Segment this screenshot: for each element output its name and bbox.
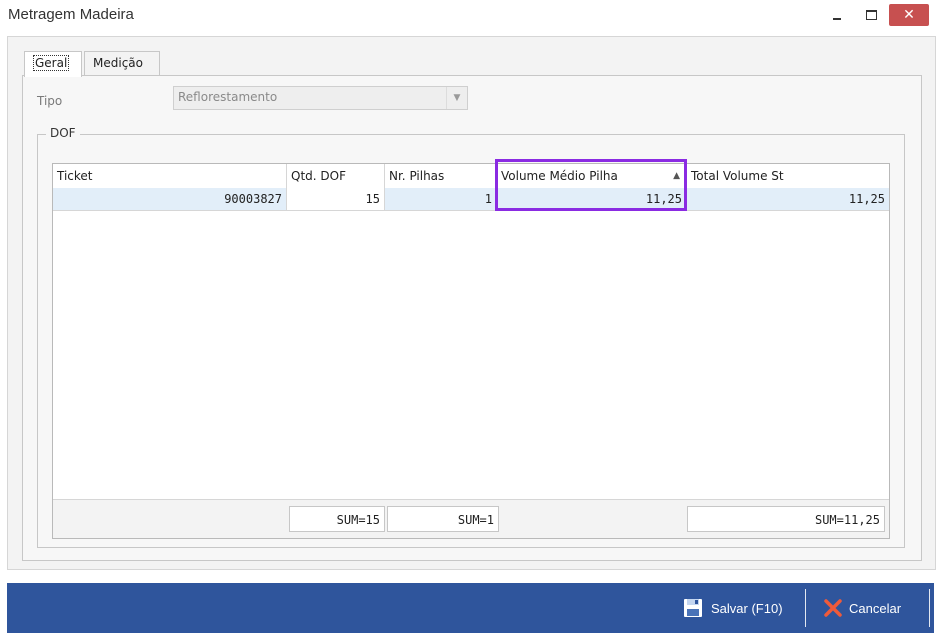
separator bbox=[929, 589, 930, 627]
tab-panel-geral: Tipo Reflorestamento ▼ DOF Ticket Qtd. D… bbox=[22, 75, 922, 561]
column-header-qtd-dof[interactable]: Qtd. DOF bbox=[287, 164, 385, 188]
close-icon: ✕ bbox=[903, 7, 915, 23]
maximize-icon bbox=[865, 10, 877, 20]
cell-volume-medio[interactable]: 11,25 bbox=[497, 188, 687, 210]
table-row[interactable]: 90003827 15 1 11,25 11,25 bbox=[53, 188, 889, 211]
column-header-volume-medio[interactable]: Volume Médio Pilha ▲ bbox=[497, 164, 687, 188]
sum-nr-pilhas: SUM=1 bbox=[387, 506, 499, 532]
tab-geral-label: Geral bbox=[33, 55, 70, 71]
tab-medicao-label: Medição bbox=[93, 56, 143, 70]
grid-footer: SUM=15 SUM=1 SUM=11,25 bbox=[53, 499, 889, 538]
grid-header: Ticket Qtd. DOF Nr. Pilhas Volume Médio … bbox=[53, 164, 889, 189]
dof-grid: Ticket Qtd. DOF Nr. Pilhas Volume Médio … bbox=[52, 163, 890, 539]
cancel-button-label: Cancelar bbox=[849, 600, 902, 616]
close-button[interactable]: ✕ bbox=[889, 4, 929, 26]
title-bar: Metragem Madeira ✕ bbox=[0, 0, 939, 34]
separator bbox=[805, 589, 806, 627]
chevron-down-icon[interactable]: ▼ bbox=[446, 87, 467, 109]
tab-medicao[interactable]: Medição bbox=[84, 51, 160, 76]
save-button[interactable]: Salvar (F10) bbox=[683, 593, 783, 623]
maximize-button[interactable] bbox=[858, 4, 884, 26]
cell-ticket[interactable]: 90003827 bbox=[53, 188, 287, 210]
cell-total-volume[interactable]: 11,25 bbox=[687, 188, 889, 210]
cell-nr-pilhas[interactable]: 1 bbox=[385, 188, 497, 210]
action-bar: Salvar (F10) Cancelar bbox=[7, 583, 934, 633]
window: Metragem Madeira ✕ Geral Medição Tipo Re… bbox=[0, 0, 939, 633]
minimize-button[interactable] bbox=[824, 4, 850, 26]
cancel-button[interactable]: Cancelar bbox=[823, 593, 901, 623]
save-icon bbox=[684, 599, 702, 617]
tab-geral[interactable]: Geral bbox=[24, 51, 82, 77]
main-panel: Geral Medição Tipo Reflorestamento ▼ DOF… bbox=[7, 36, 936, 570]
column-header-ticket[interactable]: Ticket bbox=[53, 164, 287, 188]
column-header-total-volume[interactable]: Total Volume St bbox=[687, 164, 889, 188]
tipo-label: Tipo bbox=[37, 94, 63, 108]
sum-qtd-dof: SUM=15 bbox=[289, 506, 385, 532]
column-header-nr-pilhas[interactable]: Nr. Pilhas bbox=[385, 164, 497, 188]
cancel-icon bbox=[824, 599, 842, 617]
save-button-label: Salvar (F10) bbox=[711, 600, 783, 616]
column-header-volume-medio-label: Volume Médio Pilha bbox=[501, 169, 618, 183]
tipo-select[interactable]: Reflorestamento ▼ bbox=[173, 86, 468, 110]
dof-group: DOF Ticket Qtd. DOF Nr. Pilhas Volume Mé… bbox=[37, 126, 905, 548]
cell-qtd-dof[interactable]: 15 bbox=[287, 188, 385, 210]
tipo-value: Reflorestamento bbox=[178, 90, 278, 104]
minimize-icon bbox=[833, 18, 841, 20]
sort-ascending-icon: ▲ bbox=[673, 171, 680, 181]
window-title: Metragem Madeira bbox=[8, 6, 134, 23]
dof-legend: DOF bbox=[46, 126, 80, 140]
sum-total-volume: SUM=11,25 bbox=[687, 506, 885, 532]
